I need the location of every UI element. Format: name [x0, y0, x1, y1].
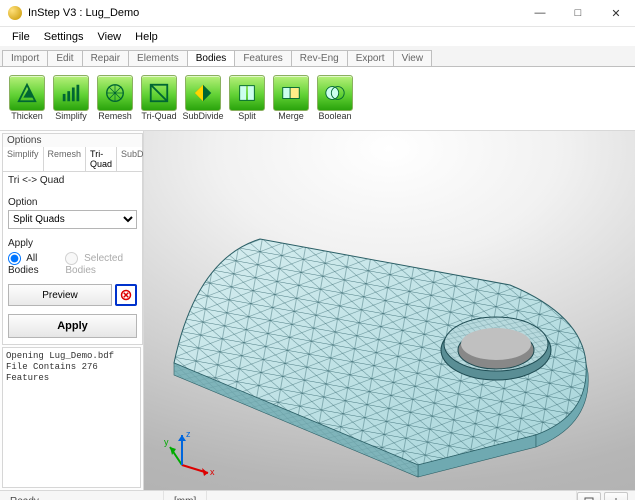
subdivide-button[interactable]: SubDivide [182, 75, 224, 123]
log-panel: Opening Lug_Demo.bdf File Contains 276 F… [2, 347, 141, 488]
tri-quad-heading: Tri <-> Quad [8, 175, 137, 186]
simplify-button[interactable]: Simplify [50, 75, 92, 123]
remesh-button[interactable]: Remesh [94, 75, 136, 123]
svg-text:x: x [210, 467, 215, 477]
preview-button[interactable]: Preview [8, 284, 112, 306]
boolean-icon [317, 75, 353, 111]
subtab-simplify[interactable]: Simplify [3, 147, 44, 171]
menu-settings[interactable]: Settings [38, 29, 90, 45]
subdivide-icon [185, 75, 221, 111]
titlebar: InStep V3 : Lug_Demo — □ ✕ [0, 0, 635, 27]
svg-text:y: y [164, 437, 169, 447]
tab-reveng[interactable]: Rev-Eng [291, 50, 348, 66]
merge-icon [273, 75, 309, 111]
split-button[interactable]: Split [226, 75, 268, 123]
tab-edit[interactable]: Edit [47, 50, 82, 66]
subtab-remesh[interactable]: Remesh [44, 147, 87, 171]
split-icon [229, 75, 265, 111]
log-line: File Contains 276 Features [6, 362, 137, 384]
radio-all-bodies[interactable]: All Bodies [8, 252, 57, 276]
option-label: Option [8, 197, 137, 208]
menu-view[interactable]: View [91, 29, 127, 45]
tab-elements[interactable]: Elements [128, 50, 188, 66]
thicken-button[interactable]: Thicken [6, 75, 48, 123]
viewport[interactable]: x y z [144, 131, 635, 490]
status-unit: [mm] [164, 491, 207, 500]
menubar: File Settings View Help [0, 27, 635, 46]
options-label: Options [3, 134, 142, 147]
status-button-1[interactable] [577, 492, 601, 500]
window-title: InStep V3 : Lug_Demo [28, 7, 521, 19]
option-select[interactable]: Split Quads [8, 210, 137, 229]
apply-button[interactable]: Apply [8, 314, 137, 338]
log-line: Opening Lug_Demo.bdf [6, 351, 137, 362]
subtab-triquad[interactable]: Tri-Quad [86, 147, 117, 171]
radio-selected-bodies[interactable]: Selected Bodies [65, 252, 137, 276]
cancel-preview-button[interactable] [115, 284, 137, 306]
remesh-icon [97, 75, 133, 111]
axis-triad: x y z [164, 429, 218, 480]
tab-repair[interactable]: Repair [82, 50, 129, 66]
svg-text:z: z [186, 429, 191, 439]
menu-file[interactable]: File [6, 29, 36, 45]
apply-group-label: Apply [8, 238, 137, 249]
tab-import[interactable]: Import [2, 50, 48, 66]
menu-help[interactable]: Help [129, 29, 164, 45]
mesh-model [166, 215, 606, 485]
statusbar: Ready [mm] [0, 490, 635, 500]
close-button[interactable]: ✕ [597, 0, 635, 26]
left-panel: Options Simplify Remesh Tri-Quad SubDivi… [0, 131, 144, 490]
merge-button[interactable]: Merge [270, 75, 312, 123]
thicken-icon [9, 75, 45, 111]
triquad-button[interactable]: Tri-Quad [138, 75, 180, 123]
toolbar: Thicken Simplify Remesh Tri-Quad SubDivi… [0, 67, 635, 131]
app-icon [8, 6, 22, 20]
triquad-icon [141, 75, 177, 111]
simplify-icon [53, 75, 89, 111]
tab-bodies[interactable]: Bodies [187, 50, 236, 66]
boolean-button[interactable]: Boolean [314, 75, 356, 123]
maximize-button[interactable]: □ [559, 0, 597, 26]
status-button-2[interactable] [604, 492, 628, 500]
tab-view[interactable]: View [393, 50, 433, 66]
status-ready: Ready [0, 491, 164, 500]
minimize-button[interactable]: — [521, 0, 559, 26]
tab-export[interactable]: Export [347, 50, 394, 66]
ribbon-tabs: Import Edit Repair Elements Bodies Featu… [0, 46, 635, 67]
tab-features[interactable]: Features [234, 50, 291, 66]
